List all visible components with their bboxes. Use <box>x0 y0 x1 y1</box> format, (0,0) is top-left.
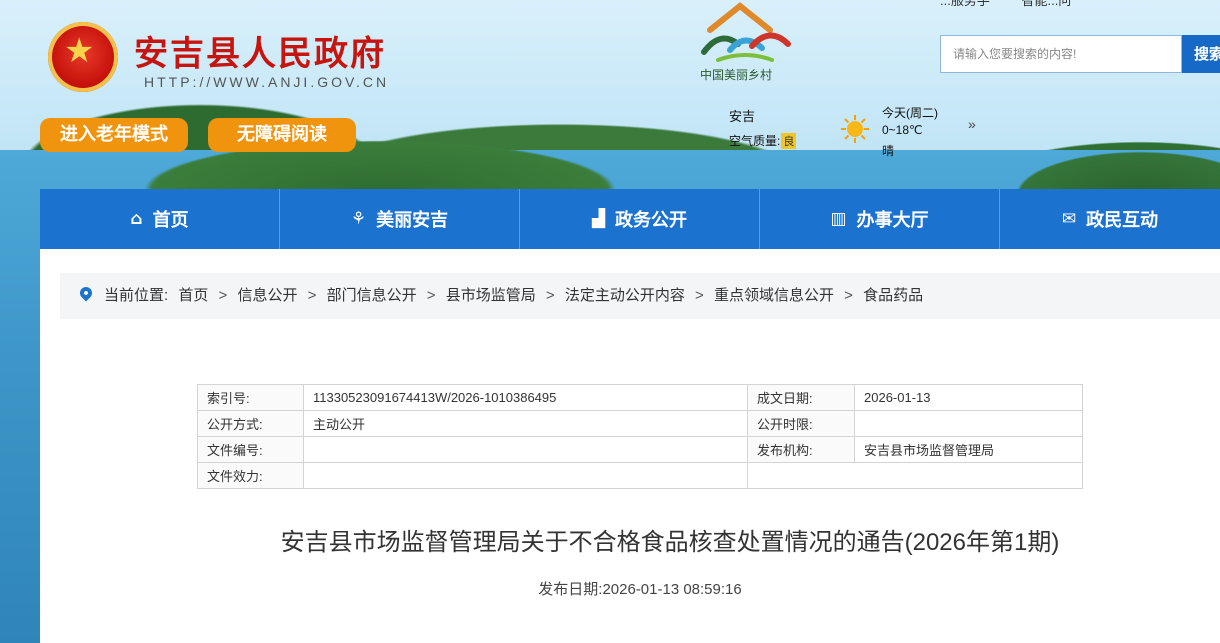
top-links: ...服务手 智能...问 <box>940 0 1099 9</box>
breadcrumb-item-food-drug[interactable]: 食品药品 <box>863 287 923 304</box>
meta-value: 2026-01-13 <box>854 384 1083 411</box>
meta-label: 公开方式: <box>197 410 304 437</box>
breadcrumb-separator: > <box>695 287 704 304</box>
village-caption: 中国美丽乡村 <box>700 68 773 82</box>
table-row: 索引号: 11330523091674413W/2026-1010386495 … <box>197 384 1083 411</box>
document-meta-table: 索引号: 11330523091674413W/2026-1010386495 … <box>197 384 1083 489</box>
weather-day: 今天(周二) <box>882 106 938 120</box>
table-row: 公开方式: 主动公开 公开时限: <box>197 410 1083 437</box>
nav-interaction[interactable]: ✉ 政民互动 <box>1000 189 1220 249</box>
meta-value: 安吉县市场监督管理局 <box>854 436 1083 463</box>
air-quality-badge: 良 <box>781 133 797 149</box>
meta-value <box>303 436 748 463</box>
air-quality: 空气质量: 良 <box>729 132 797 149</box>
meta-label: 文件编号: <box>197 436 304 463</box>
nav-label: 政务公开 <box>615 210 688 231</box>
table-row: 文件编号: 发布机构: 安吉县市场监督管理局 <box>197 436 1083 463</box>
meta-label: 公开时限: <box>747 410 855 437</box>
sun-icon <box>841 115 869 143</box>
home-icon: ⌂ <box>130 209 143 229</box>
site-url: HTTP://WWW.ANJI.GOV.CN <box>144 74 390 90</box>
meta-empty <box>747 462 1083 489</box>
breadcrumb-separator: > <box>545 287 555 304</box>
top-link-smart[interactable]: 智能...问 <box>1021 0 1071 8</box>
breadcrumb-item-key-areas[interactable]: 重点领域信息公开 <box>714 287 834 304</box>
table-row: 文件效力: <box>197 462 1083 489</box>
article-date-value: 2026-01-13 08:59:16 <box>602 581 742 598</box>
breadcrumb-item-bureau[interactable]: 县市场监管局 <box>446 287 536 304</box>
hills-scenery-right <box>990 105 1220 195</box>
meta-label: 发布机构: <box>747 436 855 463</box>
breadcrumb: 当前位置: 首页 > 信息公开 > 部门信息公开 > 县市场监管局 > 法定主动… <box>60 273 1220 319</box>
meta-value: 主动公开 <box>303 410 748 437</box>
location-pin-icon <box>77 284 95 302</box>
building-icon: ▟ <box>591 209 606 229</box>
meta-label: 成文日期: <box>747 384 855 411</box>
breadcrumb-item-dept[interactable]: 部门信息公开 <box>327 287 417 304</box>
nav-beautiful-anji[interactable]: ⚘ 美丽安吉 <box>280 189 520 249</box>
nav-label: 办事大厅 <box>856 210 929 231</box>
weather-condition: 晴 <box>882 144 895 158</box>
elder-mode-button[interactable]: 进入老年模式 <box>40 118 188 152</box>
breadcrumb-separator: > <box>844 287 853 304</box>
article-title: 安吉县市场监督管理局关于不合格食品核查处置情况的通告(2026年第1期) <box>280 529 1060 556</box>
weather-more-icon[interactable]: » <box>968 116 976 132</box>
top-link-service[interactable]: ...服务手 <box>940 0 990 8</box>
breadcrumb-item-statutory[interactable]: 法定主动公开内容 <box>565 287 685 304</box>
meta-label: 文件效力: <box>197 462 304 489</box>
breadcrumb-separator: > <box>307 287 317 304</box>
weather-city: 安吉 <box>729 109 756 124</box>
bamboo-icon: ⚘ <box>350 209 367 229</box>
nav-government-affairs[interactable]: ▟ 政务公开 <box>520 189 760 249</box>
nav-home[interactable]: ⌂ 首页 <box>40 189 280 249</box>
article-date: 发布日期:2026-01-13 08:59:16 <box>40 578 1220 599</box>
breadcrumb-item-home[interactable]: 首页 <box>178 287 208 304</box>
weather-temp: 0~18℃ <box>882 123 923 137</box>
article-date-label: 发布日期: <box>538 581 603 598</box>
breadcrumb-item-info[interactable]: 信息公开 <box>237 287 297 304</box>
hall-icon: ▥ <box>830 209 847 229</box>
breadcrumb-label: 当前位置: <box>104 287 169 304</box>
nav-service-hall[interactable]: ▥ 办事大厅 <box>760 189 1000 249</box>
main-nav: ⌂ 首页 ⚘ 美丽安吉 ▟ 政务公开 ▥ 办事大厅 ✉ 政民互动 <box>40 189 1220 249</box>
mail-icon: ✉ <box>1061 209 1077 229</box>
meta-value <box>303 462 748 489</box>
search-input[interactable]: 请输入您要搜索的内容! <box>940 35 1182 73</box>
site-title[interactable]: 安吉县人民政府 <box>134 26 386 75</box>
nav-label: 美丽安吉 <box>376 210 449 231</box>
search-button[interactable]: 搜索 <box>1182 35 1220 73</box>
breadcrumb-separator: > <box>426 287 436 304</box>
meta-value <box>854 410 1083 437</box>
air-quality-label: 空气质量: <box>729 134 781 148</box>
breadcrumb-separator: > <box>218 287 228 304</box>
meta-value: 11330523091674413W/2026-1010386495 <box>303 384 748 411</box>
emblem-star-icon: ★ <box>64 32 95 70</box>
nav-label: 政民互动 <box>1086 210 1159 231</box>
accessible-reading-button[interactable]: 无障碍阅读 <box>208 118 356 152</box>
beautiful-village-logo-icon <box>701 2 791 62</box>
meta-label: 索引号: <box>197 384 304 411</box>
nav-label: 首页 <box>152 210 189 231</box>
